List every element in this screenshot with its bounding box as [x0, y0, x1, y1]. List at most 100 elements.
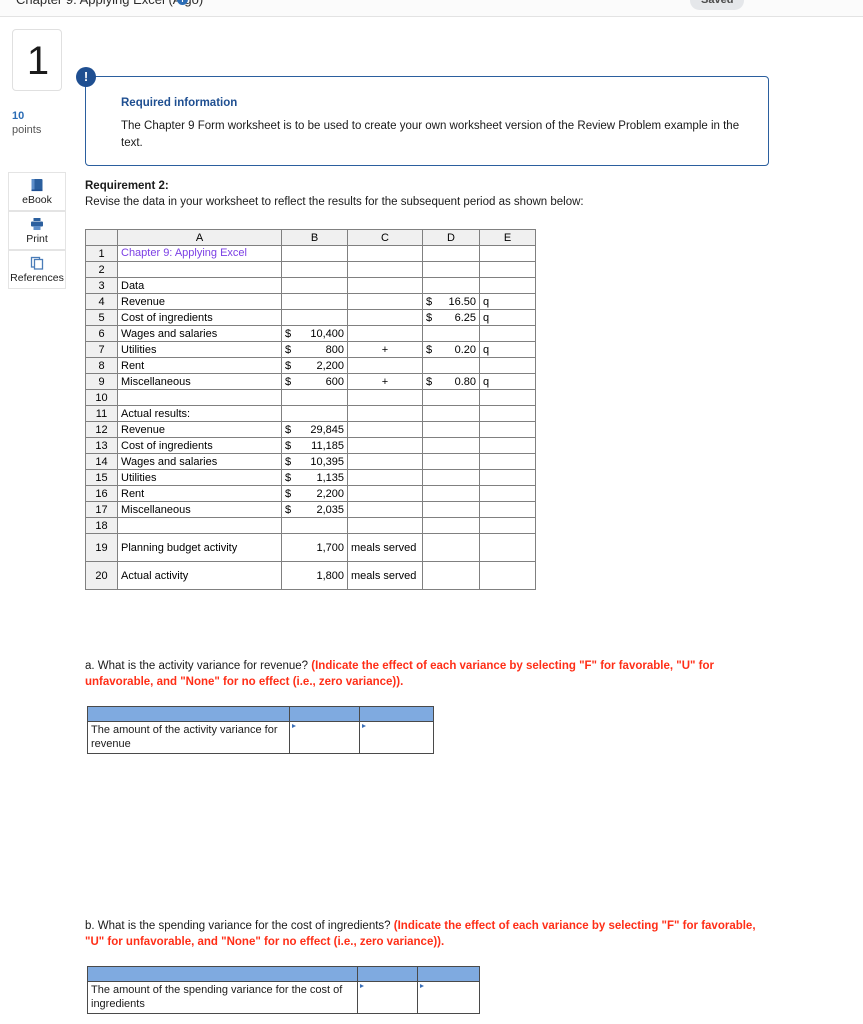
row-header-16: 16 [85, 485, 118, 502]
cell-A5: Cost of ingredients [117, 309, 282, 326]
cell-C6 [347, 325, 423, 342]
question-b-row-label: The amount of the spending variance for … [87, 981, 358, 1014]
worksheet-row: 12 Revenue $29,845 [85, 421, 536, 438]
currency-symbol: $ [285, 359, 292, 372]
currency-symbol: $ [285, 343, 292, 356]
worksheet-row: 18 [85, 517, 536, 534]
cell-D12 [422, 421, 480, 438]
worksheet-row: 3 Data [85, 277, 536, 294]
cell-A3: Data [117, 277, 282, 294]
cell-E7: q [479, 341, 536, 358]
book-icon [9, 177, 65, 193]
cell-E2 [479, 261, 536, 278]
worksheet-image: A B C D E 1 Chapter 9: Applying Excel 2 3 Da… [85, 229, 537, 641]
cell-A7: Utilities [117, 341, 282, 358]
question-a-amount-input[interactable] [289, 721, 360, 754]
saved-status-badge: Saved [690, 0, 745, 10]
cell-C2 [347, 261, 423, 278]
cell-D2 [422, 261, 480, 278]
column-header-c: C [347, 229, 423, 246]
worksheet-row: 7 Utilities $800 + $0.20 q [85, 341, 536, 358]
cell-D7: $0.20 [422, 341, 480, 358]
worksheet-row: 19 Planning budget activity 1,700 meals ser… [85, 533, 536, 562]
cell-B11 [281, 405, 348, 422]
row-header-7: 7 [85, 341, 118, 358]
cell-D8 [422, 357, 480, 374]
points-label: points [12, 124, 42, 136]
cell-E9: q [479, 373, 536, 390]
question-b-answer-row: The amount of the spending variance for … [87, 981, 480, 1014]
cell-B13: $11,185 [281, 437, 348, 454]
cell-value: 16.50 [448, 295, 476, 308]
cell-value: 2,200 [316, 487, 344, 500]
cell-B20: 1,800 [281, 561, 348, 590]
cell-C9: + [347, 373, 423, 390]
worksheet-row: 16 Rent $2,200 [85, 485, 536, 502]
cell-C7: + [347, 341, 423, 358]
cell-E6 [479, 325, 536, 342]
dropdown-caret-icon [420, 984, 424, 988]
required-information-title: Required information [121, 97, 238, 109]
worksheet-row: 10 [85, 389, 536, 406]
cell-A17: Miscellaneous [117, 501, 282, 518]
cell-D15 [422, 469, 480, 486]
cell-A14: Wages and salaries [117, 453, 282, 470]
row-header-15: 15 [85, 469, 118, 486]
cell-E20 [479, 561, 536, 590]
cell-B5 [281, 309, 348, 326]
row-header-3: 3 [85, 277, 118, 294]
cell-A2 [117, 261, 282, 278]
question-number: 1 [26, 39, 50, 83]
cell-B8: $2,200 [281, 357, 348, 374]
cell-value: 10,400 [310, 327, 344, 340]
row-header-9: 9 [85, 373, 118, 390]
cell-C5 [347, 309, 423, 326]
worksheet-row: 6 Wages and salaries $10,400 [85, 325, 536, 342]
worksheet-row: 20 Actual activity 1,800 meals served [85, 561, 536, 590]
cell-value: 800 [325, 343, 344, 356]
question-b-answer-table: The amount of the spending variance for … [87, 966, 480, 1014]
cell-D3 [422, 277, 480, 294]
currency-symbol: $ [426, 311, 433, 324]
cell-B14: $10,395 [281, 453, 348, 470]
question-b-header-effect-cell [417, 966, 480, 982]
cell-D1 [422, 245, 480, 262]
cell-C13 [347, 437, 423, 454]
currency-symbol: $ [426, 295, 433, 308]
print-button[interactable]: Print [8, 211, 66, 250]
currency-symbol: $ [285, 327, 292, 340]
currency-symbol: $ [285, 471, 292, 484]
cell-B15: $1,135 [281, 469, 348, 486]
cell-E14 [479, 453, 536, 470]
ebook-button[interactable]: eBook [8, 172, 66, 211]
cell-B6: $10,400 [281, 325, 348, 342]
question-a-answer-table: The amount of the activity variance for … [87, 706, 434, 754]
cell-D19 [422, 533, 480, 562]
cell-value: 6.25 [454, 311, 476, 324]
question-a-effect-select[interactable] [359, 721, 434, 754]
cell-C3 [347, 277, 423, 294]
currency-symbol: $ [426, 375, 433, 388]
currency-symbol: $ [285, 455, 292, 468]
worksheet-row: 2 [85, 261, 536, 278]
row-header-18: 18 [85, 517, 118, 534]
cell-A13: Cost of ingredients [117, 437, 282, 454]
cell-D10 [422, 389, 480, 406]
question-b-effect-select[interactable] [417, 981, 480, 1014]
worksheet-row: 13 Cost of ingredients $11,185 [85, 437, 536, 454]
cell-B9: $600 [281, 373, 348, 390]
worksheet-row: 1 Chapter 9: Applying Excel [85, 245, 536, 262]
cell-C14 [347, 453, 423, 470]
question-b-amount-input[interactable] [357, 981, 418, 1014]
question-b-prompt: b. What is the spending variance for the… [85, 920, 394, 932]
column-header-b: B [281, 229, 348, 246]
cell-E17 [479, 501, 536, 518]
row-header-10: 10 [85, 389, 118, 406]
corner-cell [85, 229, 118, 246]
cell-A11: Actual results: [117, 405, 282, 422]
cell-B10 [281, 389, 348, 406]
cell-D17 [422, 501, 480, 518]
cell-value: 0.20 [454, 343, 476, 356]
row-header-20: 20 [85, 561, 118, 590]
references-button[interactable]: References [8, 250, 66, 289]
